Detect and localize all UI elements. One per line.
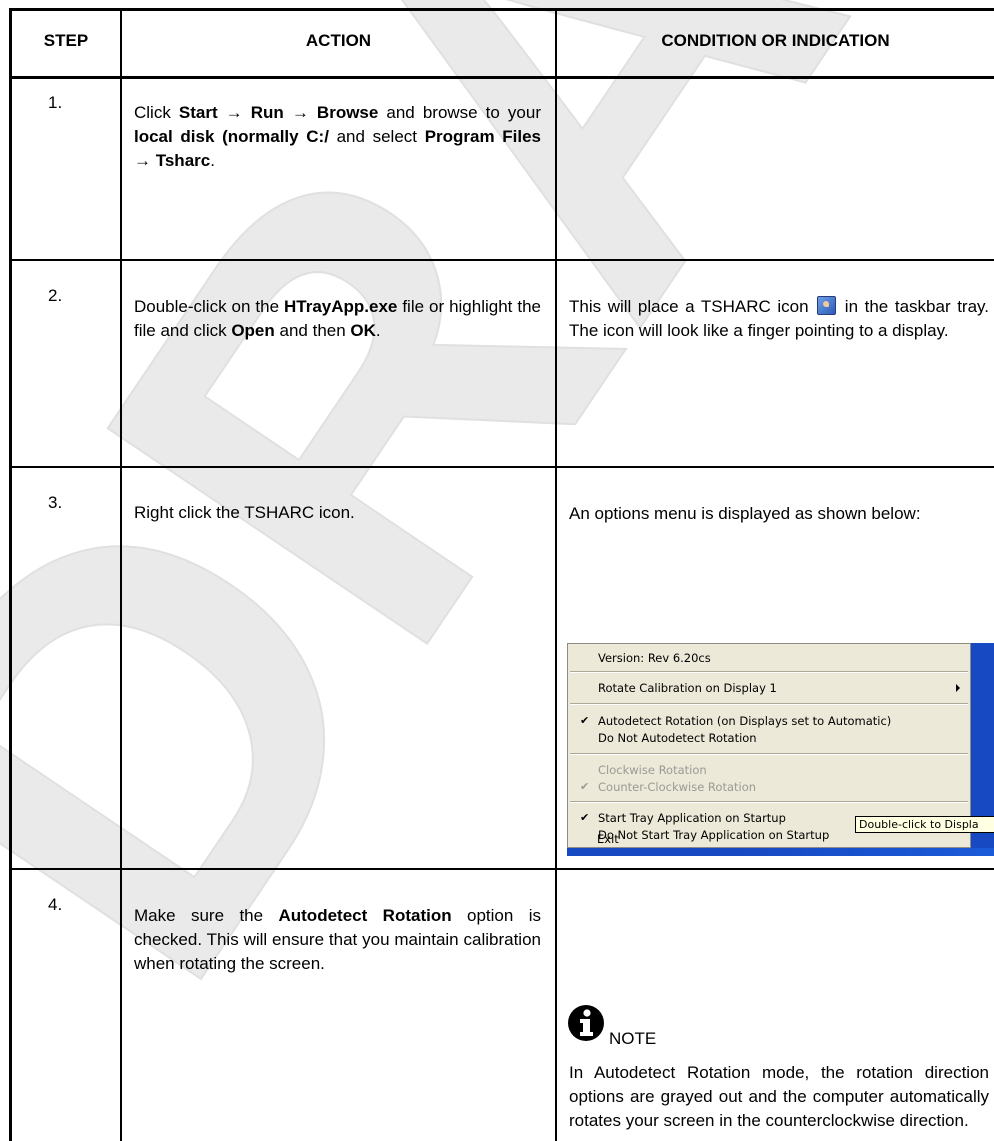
header-step: STEP bbox=[43, 31, 89, 50]
menu-item-no-autodetect[interactable]: Do Not Autodetect Rotation bbox=[598, 730, 757, 746]
tsharc-tray-icon bbox=[817, 296, 837, 315]
taskbar-tray bbox=[737, 848, 994, 856]
bold-text-run: Open bbox=[231, 321, 275, 340]
bold-text-run: HTrayApp.exe bbox=[283, 297, 398, 316]
condition-text: This will place a TSHARC icon in the tas… bbox=[569, 295, 989, 343]
text-run: and then bbox=[274, 321, 351, 340]
condition-text-part: This will place a TSHARC icon bbox=[569, 297, 809, 316]
document-page: DRAFT STEP ACTION CONDITION OR INDICATIO… bbox=[0, 0, 994, 1141]
options-menu-screenshot: Version: Rev 6.20cs Rotate Calibration o… bbox=[567, 643, 994, 856]
bold-text-run: OK bbox=[350, 321, 376, 340]
bold-text-run: local disk (normally C:/ bbox=[134, 127, 329, 146]
tray-tooltip: Double-click to Displa bbox=[855, 816, 994, 833]
note-label: NOTE bbox=[609, 1029, 657, 1048]
step-number: 2. bbox=[48, 286, 63, 305]
bold-text-run: Autodetect Rotation bbox=[278, 906, 452, 925]
info-icon bbox=[568, 1005, 604, 1041]
bold-text-run: → bbox=[217, 103, 251, 122]
action-text: Right click the TSHARC icon. bbox=[134, 503, 355, 522]
text-run: Double-click on the bbox=[134, 297, 284, 316]
bold-text-run: Start bbox=[178, 103, 218, 122]
checkmark-icon: ✔ bbox=[580, 780, 590, 793]
bold-text-run: → bbox=[134, 151, 156, 170]
action-text: Double-click on the HTrayApp.exe file or… bbox=[134, 295, 541, 343]
header-action: ACTION bbox=[305, 31, 372, 50]
menu-item-start-tray[interactable]: Start Tray Application on Startup bbox=[598, 810, 786, 826]
text-run: . bbox=[210, 151, 215, 170]
text-run: and browse to your bbox=[378, 103, 541, 122]
note-text: In Autodetect Rotation mode, the rotatio… bbox=[569, 1063, 989, 1130]
text-run: Make sure the bbox=[134, 906, 279, 925]
text-run: . bbox=[375, 321, 381, 340]
bold-text-run: → bbox=[283, 103, 317, 122]
menu-item-counter-clockwise: Counter-Clockwise Rotation bbox=[598, 780, 757, 794]
submenu-arrow-icon bbox=[956, 684, 960, 692]
condition-text: An options menu is displayed as shown be… bbox=[569, 504, 921, 523]
action-text: Make sure the Autodetect Rotation option… bbox=[134, 904, 541, 976]
menu-item-rotate-calibration[interactable]: Rotate Calibration on Display 1 bbox=[598, 680, 777, 696]
menu-item-exit[interactable]: Exit bbox=[597, 831, 619, 847]
menu-item-version[interactable]: Version: Rev 6.20cs bbox=[598, 650, 711, 666]
bold-text-run: Run bbox=[250, 103, 284, 122]
text-run: Click bbox=[134, 103, 179, 122]
menu-item-no-start-tray[interactable]: Do Not Start Tray Application on Startup bbox=[598, 827, 829, 843]
step-number: 1. bbox=[48, 93, 63, 112]
action-text: Click Start → Run → Browse and browse to… bbox=[134, 101, 541, 173]
checkmark-icon: ✔ bbox=[580, 714, 590, 727]
menu-item-clockwise: Clockwise Rotation bbox=[598, 763, 707, 777]
bold-text-run: Program Files bbox=[424, 127, 541, 146]
step-number: 4. bbox=[48, 895, 63, 914]
bold-text-run: Tsharc bbox=[155, 151, 211, 170]
menu-item-autodetect-rotation[interactable]: Autodetect Rotation (on Displays set to … bbox=[598, 713, 891, 729]
text-run: and select bbox=[328, 127, 425, 146]
step-number: 3. bbox=[48, 493, 63, 512]
checkmark-icon: ✔ bbox=[580, 811, 590, 824]
header-condition: CONDITION OR INDICATION bbox=[661, 31, 890, 50]
bold-text-run: Browse bbox=[316, 103, 379, 122]
